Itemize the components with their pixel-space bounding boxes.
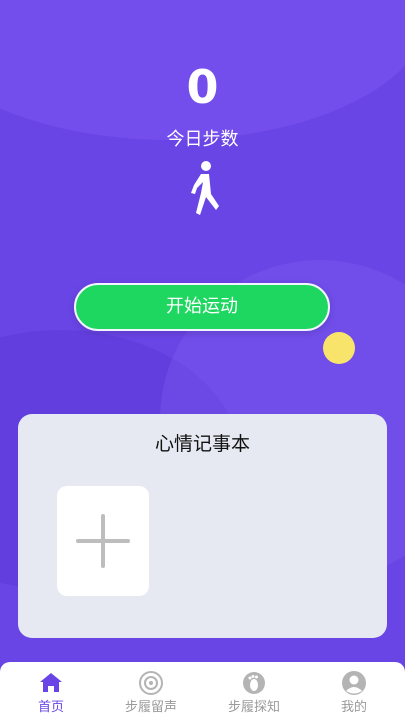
tab-home[interactable]: 首页 [11,670,91,718]
footprint-icon [243,672,265,694]
walking-person-icon [191,161,219,215]
disc-icon [139,671,163,695]
tab-profile[interactable]: 我的 [314,670,394,718]
start-exercise-button[interactable]: 开始运动 [74,283,330,331]
mood-journal-card: 心情记事本 [18,414,387,638]
tab-step-voice[interactable]: 步履留声 [111,670,191,718]
mood-journal-title: 心情记事本 [154,433,250,455]
bottom-tab-bar: 首页 步履留声 步履探知 我的 [0,662,405,720]
step-label: 今日步数 [166,129,239,150]
add-entry-button[interactable] [57,486,149,596]
tab-label: 我的 [340,700,367,715]
tab-label: 首页 [37,700,64,715]
step-count: 0 [186,60,219,114]
plus-icon [76,539,130,543]
tab-label: 步履探知 [227,700,280,715]
user-icon [342,671,366,695]
home-icon [40,673,62,692]
yellow-dot [323,332,355,364]
tab-label: 步履留声 [124,700,177,715]
tab-step-explore[interactable]: 步履探知 [214,670,294,718]
